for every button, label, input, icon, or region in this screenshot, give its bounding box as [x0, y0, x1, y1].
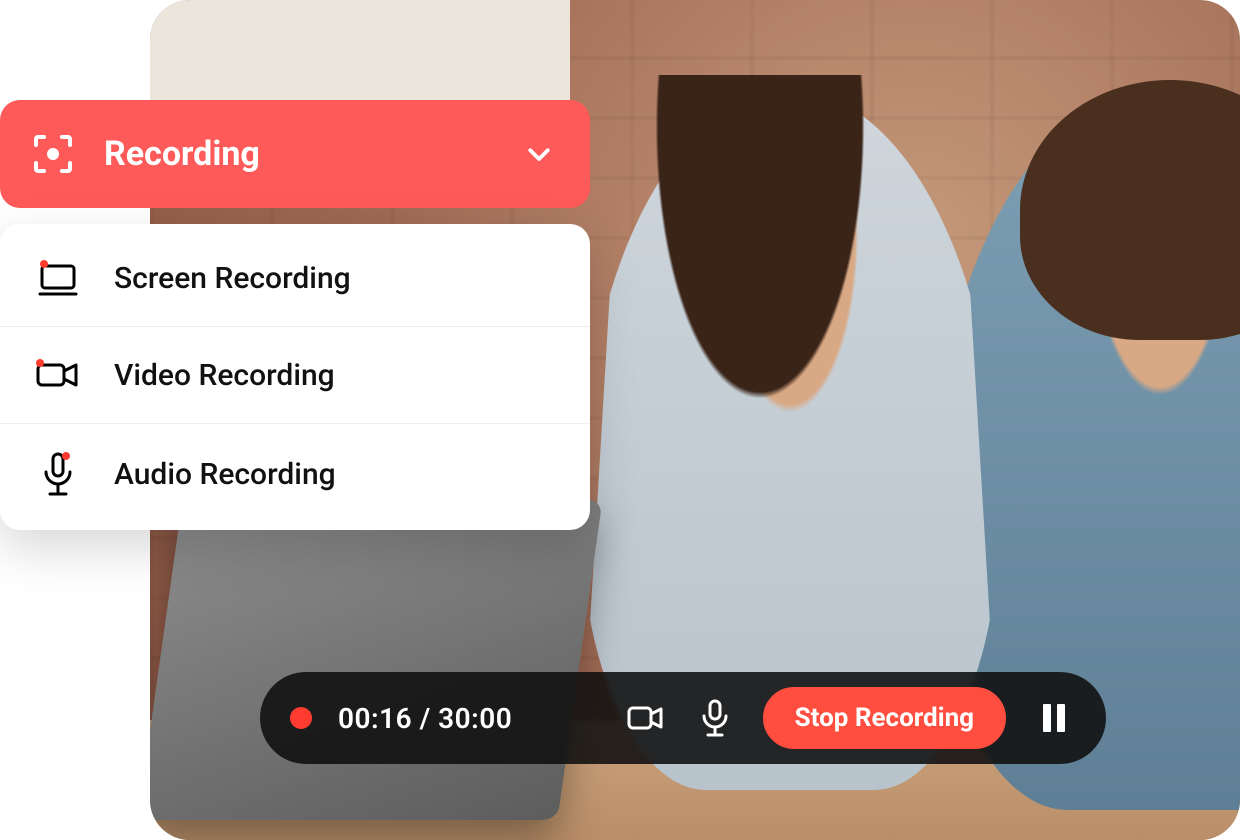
dropdown-item-label: Audio Recording — [114, 457, 336, 492]
dropdown-item-label: Screen Recording — [114, 261, 351, 296]
stop-recording-label: Stop Recording — [795, 703, 974, 733]
recording-time-display: 00:16 / 30:00 — [338, 702, 512, 735]
pause-recording-button[interactable] — [1032, 696, 1076, 740]
stop-recording-button[interactable]: Stop Recording — [763, 687, 1006, 749]
recording-dropdown-label: Recording — [104, 134, 496, 174]
recording-indicator-dot — [290, 707, 312, 729]
laptop-illustration — [150, 500, 602, 820]
record-target-icon — [30, 131, 76, 177]
recording-dropdown: Recording Screen Recording — [0, 100, 590, 530]
dropdown-item-screen-recording[interactable]: Screen Recording — [0, 230, 590, 326]
pause-icon — [1040, 702, 1068, 734]
dropdown-item-label: Video Recording — [114, 358, 335, 393]
person-right-hair — [1020, 80, 1240, 340]
recording-dropdown-header[interactable]: Recording — [0, 100, 590, 208]
chevron-down-icon — [524, 139, 554, 169]
video-record-icon — [34, 353, 82, 397]
microphone-icon — [697, 698, 733, 738]
camera-icon — [625, 698, 665, 738]
audio-record-icon — [34, 450, 82, 498]
dropdown-item-video-recording[interactable]: Video Recording — [0, 326, 590, 423]
dropdown-item-audio-recording[interactable]: Audio Recording — [0, 423, 590, 524]
toggle-camera-button[interactable] — [623, 696, 667, 740]
recording-dropdown-list: Screen Recording Video Recording — [0, 224, 590, 530]
recording-control-bar: 00:16 / 30:00 Stop Recording — [260, 672, 1106, 764]
toggle-mic-button[interactable] — [693, 696, 737, 740]
screen-record-icon — [34, 256, 82, 300]
